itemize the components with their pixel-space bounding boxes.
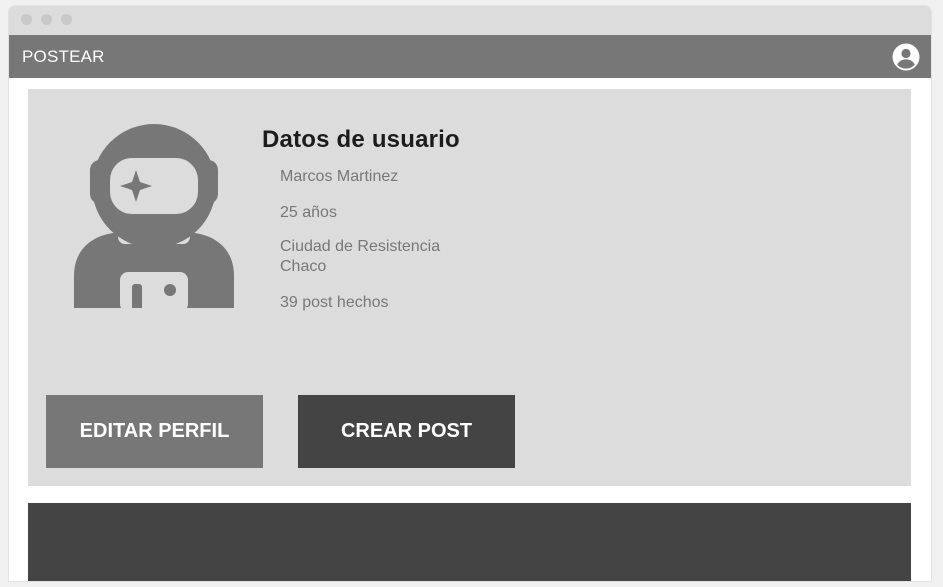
browser-window: POSTEAR Datos de usuario Marcos Martinez… [9, 6, 931, 581]
user-post-count: 39 post hechos [280, 294, 389, 311]
user-province: Chaco [280, 258, 327, 275]
section-title: Datos de usuario [262, 126, 460, 153]
user-city: Ciudad de Resistencia [280, 238, 441, 255]
posts-panel [28, 503, 911, 581]
window-dot-maximize[interactable] [61, 14, 72, 25]
window-titlebar [9, 6, 931, 35]
window-dot-close[interactable] [21, 14, 32, 25]
user-age: 25 años [280, 204, 337, 221]
astronaut-icon [74, 124, 234, 308]
window-dot-minimize[interactable] [41, 14, 52, 25]
user-info: Datos de usuario Marcos Martinez 25 años… [262, 126, 460, 311]
user-name: Marcos Martinez [280, 168, 399, 185]
account-circle-icon[interactable] [892, 43, 920, 71]
create-post-button[interactable]: CREAR POST [298, 395, 515, 468]
brand-logo[interactable]: POSTEAR [22, 35, 105, 78]
profile-card: Datos de usuario Marcos Martinez 25 años… [28, 89, 911, 486]
edit-profile-button[interactable]: EDITAR PERFIL [46, 395, 263, 468]
top-navbar: POSTEAR [9, 35, 931, 78]
